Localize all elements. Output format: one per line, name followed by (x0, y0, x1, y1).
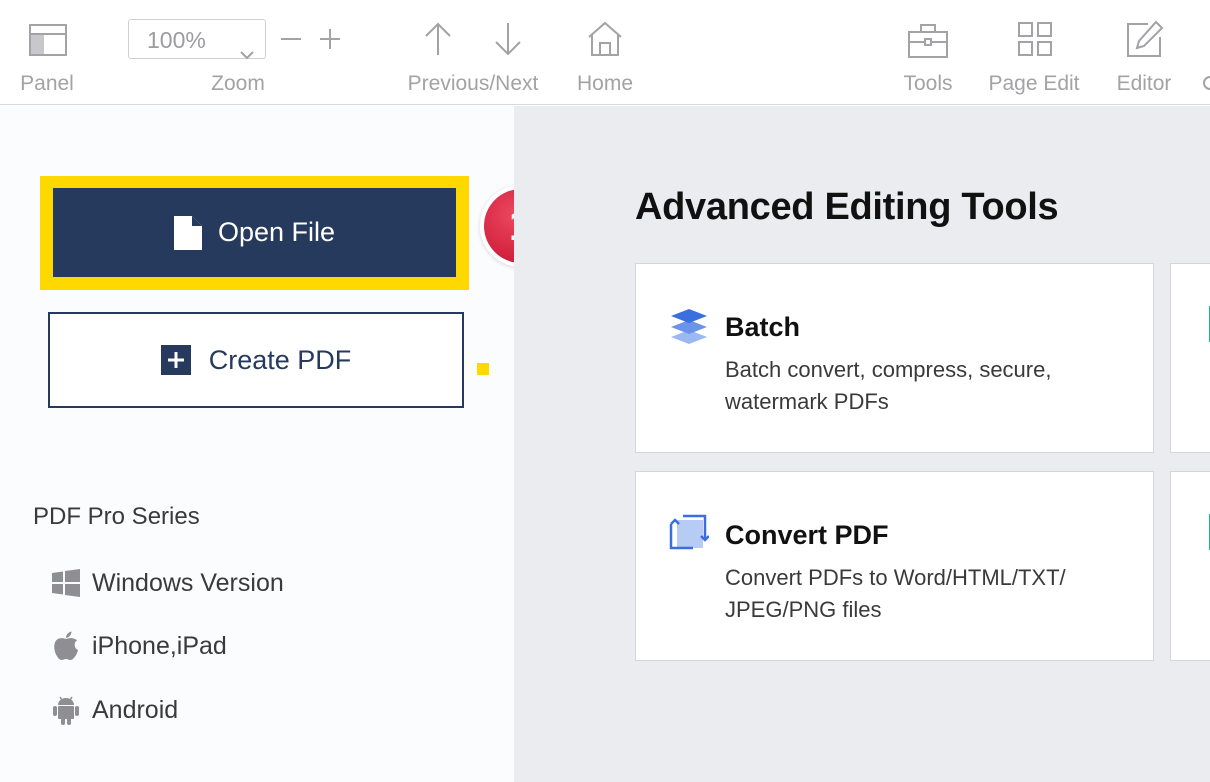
grid-icon (1018, 22, 1052, 56)
arrow-up-icon[interactable] (424, 22, 452, 56)
apple-icon (52, 631, 80, 661)
page-edit-button[interactable]: Page Edit (980, 0, 1088, 105)
home-label: Home (576, 72, 634, 95)
home-button[interactable]: Home (568, 0, 642, 105)
tools-button[interactable]: Tools (896, 0, 960, 105)
section-title: Advanced Editing Tools (635, 186, 1059, 228)
overflow-item-fragment (1203, 76, 1210, 94)
layers-icon (669, 306, 709, 351)
card-description: Batch convert, compress, secure, waterma… (725, 357, 1052, 414)
page-edit-label: Page Edit (988, 72, 1080, 95)
arrow-down-icon[interactable] (494, 22, 522, 56)
open-file-button[interactable]: Open File (53, 188, 456, 277)
home-icon (587, 21, 623, 57)
platform-label: Android (92, 695, 179, 724)
annotation-marker (477, 363, 489, 375)
windows-icon (52, 569, 80, 597)
platform-label: iPhone,iPad (92, 631, 227, 660)
android-icon (52, 695, 80, 725)
card-description: Convert PDFs to Word/HTML/TXT/ JPEG/PNG … (725, 565, 1066, 622)
edit-icon (1126, 20, 1164, 58)
card-title: Batch (725, 312, 801, 342)
series-title: PDF Pro Series (33, 503, 200, 530)
tools-label: Tools (903, 72, 953, 95)
convert-icon (669, 514, 710, 559)
tool-card-batch[interactable]: Batch Batch convert, compress, secure, w… (635, 263, 1154, 453)
create-pdf-button[interactable]: Create PDF (48, 312, 464, 408)
editor-button[interactable]: Editor (1108, 0, 1180, 105)
platform-iphone-ipad[interactable]: iPhone,iPad (52, 630, 227, 662)
previous-next-group: Previous/Next (400, 0, 546, 105)
platform-label: Windows Version (92, 568, 284, 597)
zoom-in-icon[interactable] (319, 28, 341, 50)
zoom-group: Zoom (178, 0, 298, 105)
plus-box-icon (160, 345, 191, 375)
platform-windows[interactable]: Windows Version (52, 567, 284, 599)
panel-icon (29, 24, 67, 56)
tool-card-convert-pdf[interactable]: Convert PDF Convert PDFs to Word/HTML/TX… (635, 471, 1154, 661)
editor-label: Editor (1116, 72, 1172, 95)
platform-android[interactable]: Android (52, 694, 178, 726)
tool-card-partial[interactable] (1170, 471, 1210, 661)
create-pdf-label: Create PDF (208, 344, 352, 375)
zoom-label: Zoom (211, 72, 265, 95)
file-icon (173, 215, 202, 250)
panel-button[interactable]: Panel (0, 0, 94, 105)
toolbox-icon (908, 24, 948, 58)
previous-next-label: Previous/Next (407, 72, 539, 95)
toolbar: Panel 100% Zoom Previous/Next Home Tools… (0, 0, 1210, 105)
card-title: Convert PDF (725, 520, 889, 550)
open-file-label: Open File (217, 217, 336, 247)
tool-card-partial[interactable] (1170, 263, 1210, 453)
panel-label: Panel (20, 72, 74, 95)
